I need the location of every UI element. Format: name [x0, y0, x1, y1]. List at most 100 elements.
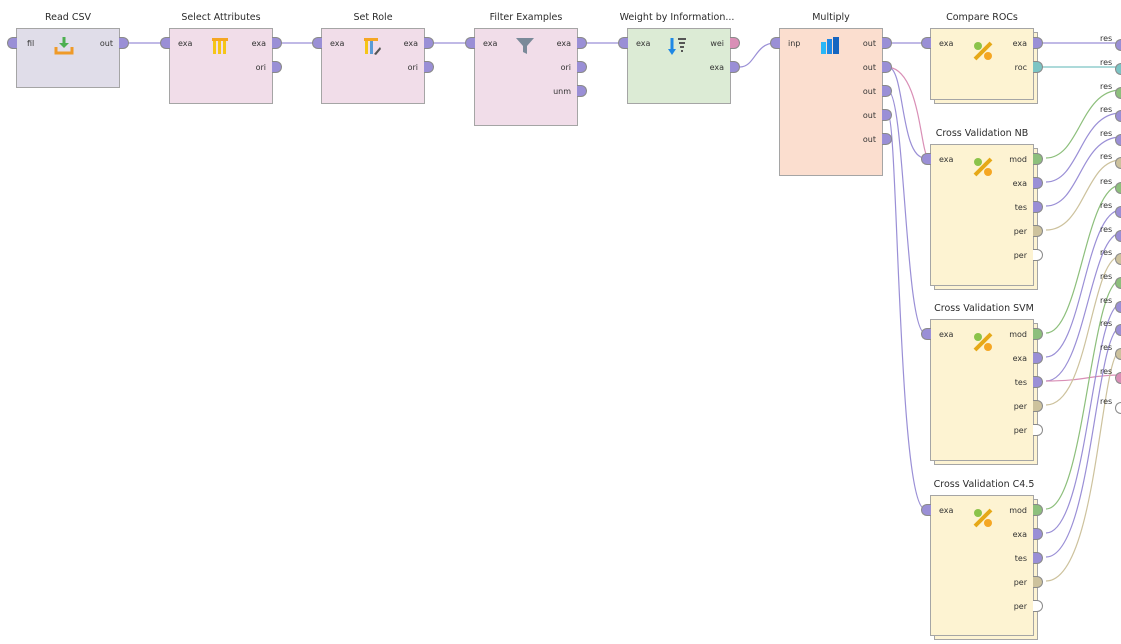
cv-svm-output-port-mod[interactable]: [1033, 328, 1043, 340]
operator-filter-examples[interactable]: exa exa ori unm: [474, 28, 578, 126]
weight-input-port[interactable]: [618, 37, 628, 49]
compare-rocs-output-port-roc[interactable]: [1033, 61, 1043, 73]
result-port[interactable]: [1115, 63, 1121, 75]
cv-svm-input-port[interactable]: [921, 328, 931, 340]
select-columns-icon: [212, 38, 228, 54]
operator-weight-by-information[interactable]: exa wei exa: [627, 28, 731, 104]
cv-nb-output-port-per-2[interactable]: [1033, 249, 1043, 261]
port-label: exa: [178, 39, 193, 48]
port-label: tes: [1014, 554, 1027, 563]
operator-cross-validation-c45[interactable]: exa mod exa tes per per: [930, 495, 1034, 636]
operator-cross-validation-nb[interactable]: exa mod exa tes per per: [930, 144, 1034, 286]
result-port[interactable]: [1115, 277, 1121, 289]
result-port[interactable]: [1115, 324, 1121, 336]
operator-cross-validation-svm[interactable]: exa mod exa tes per per: [930, 319, 1034, 461]
select-attributes-output-port-ori[interactable]: [272, 61, 282, 73]
result-port[interactable]: [1115, 87, 1121, 99]
multiply-output-port-2[interactable]: [882, 61, 892, 73]
multiply-output-port-5[interactable]: [882, 133, 892, 145]
port-label: per: [1013, 251, 1027, 260]
port-label: per: [1013, 602, 1027, 611]
result-port[interactable]: [1115, 182, 1121, 194]
result-port-label: res: [1100, 129, 1113, 138]
compare-rocs-input-port[interactable]: [921, 37, 931, 49]
operator-select-attributes[interactable]: exa exa ori: [169, 28, 273, 104]
set-role-icon: [364, 38, 381, 55]
cv-svm-output-port-per-1[interactable]: [1033, 400, 1043, 412]
port-label: exa: [403, 39, 418, 48]
result-port[interactable]: [1115, 253, 1121, 265]
port-label: out: [862, 87, 876, 96]
read-csv-input-port[interactable]: [7, 37, 17, 49]
port-label: inp: [788, 39, 801, 48]
weight-output-port-wei[interactable]: [730, 37, 740, 49]
cv-c45-output-port-mod[interactable]: [1033, 504, 1043, 516]
cv-svm-output-port-exa[interactable]: [1033, 352, 1043, 364]
result-port-label: res: [1100, 152, 1113, 161]
result-port-label: res: [1100, 58, 1113, 67]
port-label: exa: [636, 39, 651, 48]
cv-nb-output-port-per-1[interactable]: [1033, 225, 1043, 237]
operator-compare-rocs[interactable]: exa exa roc: [930, 28, 1034, 100]
filter-examples-output-port-exa[interactable]: [577, 37, 587, 49]
result-port[interactable]: [1115, 402, 1121, 414]
process-canvas[interactable]: Read CSV fil out Select Attributes exa e…: [0, 0, 1121, 644]
wire-c45-tes: [1045, 326, 1121, 558]
wire-nb-tes: [1045, 136, 1121, 207]
cv-c45-input-port[interactable]: [921, 504, 931, 516]
result-port[interactable]: [1115, 372, 1121, 384]
result-port-label: res: [1100, 319, 1113, 328]
port-label: per: [1013, 402, 1027, 411]
result-port-label: res: [1100, 272, 1113, 281]
operator-title: Multiply: [812, 12, 850, 23]
result-port-label: res: [1100, 343, 1113, 352]
wire-nb-per: [1045, 159, 1121, 231]
weight-output-port-exa[interactable]: [730, 61, 740, 73]
cv-c45-output-port-per-1[interactable]: [1033, 576, 1043, 588]
operator-set-role[interactable]: exa exa ori: [321, 28, 425, 104]
result-port[interactable]: [1115, 230, 1121, 242]
select-attributes-output-port-exa[interactable]: [272, 37, 282, 49]
percent-icon: [973, 41, 993, 61]
compare-rocs-output-port-exa[interactable]: [1033, 37, 1043, 49]
filter-examples-output-port-unm[interactable]: [577, 85, 587, 97]
result-port[interactable]: [1115, 39, 1121, 51]
cv-svm-output-port-tes[interactable]: [1033, 376, 1043, 388]
cv-nb-output-port-mod[interactable]: [1033, 153, 1043, 165]
result-port[interactable]: [1115, 110, 1121, 122]
filter-examples-output-port-ori[interactable]: [577, 61, 587, 73]
multiply-output-port-3[interactable]: [882, 85, 892, 97]
filter-icon: [516, 38, 534, 54]
result-port[interactable]: [1115, 157, 1121, 169]
result-port-label: res: [1100, 296, 1113, 305]
port-label: per: [1013, 227, 1027, 236]
cv-c45-output-port-per-2[interactable]: [1033, 600, 1043, 612]
read-csv-output-port[interactable]: [119, 37, 129, 49]
multiply-input-port[interactable]: [770, 37, 780, 49]
port-label: exa: [939, 39, 954, 48]
set-role-input-port[interactable]: [312, 37, 322, 49]
cv-c45-output-port-exa[interactable]: [1033, 528, 1043, 540]
operator-read-csv[interactable]: fil out: [16, 28, 120, 88]
wire-weight-multiply: [739, 42, 776, 68]
result-port-label: res: [1100, 201, 1113, 210]
cv-svm-output-port-per-2[interactable]: [1033, 424, 1043, 436]
result-port[interactable]: [1115, 301, 1121, 313]
multiply-output-port-1[interactable]: [882, 37, 892, 49]
filter-examples-input-port[interactable]: [465, 37, 475, 49]
set-role-output-port-exa[interactable]: [424, 37, 434, 49]
cv-nb-input-port[interactable]: [921, 153, 931, 165]
wire-c45-per: [1045, 349, 1121, 582]
operator-multiply[interactable]: inp out out out out out: [779, 28, 883, 176]
cv-nb-output-port-exa[interactable]: [1033, 177, 1043, 189]
port-label: exa: [1012, 530, 1027, 539]
cv-nb-output-port-tes[interactable]: [1033, 201, 1043, 213]
port-label: mod: [1009, 506, 1027, 515]
result-port[interactable]: [1115, 348, 1121, 360]
select-attributes-input-port[interactable]: [160, 37, 170, 49]
result-port[interactable]: [1115, 134, 1121, 146]
result-port[interactable]: [1115, 206, 1121, 218]
multiply-output-port-4[interactable]: [882, 109, 892, 121]
cv-c45-output-port-tes[interactable]: [1033, 552, 1043, 564]
set-role-output-port-ori[interactable]: [424, 61, 434, 73]
